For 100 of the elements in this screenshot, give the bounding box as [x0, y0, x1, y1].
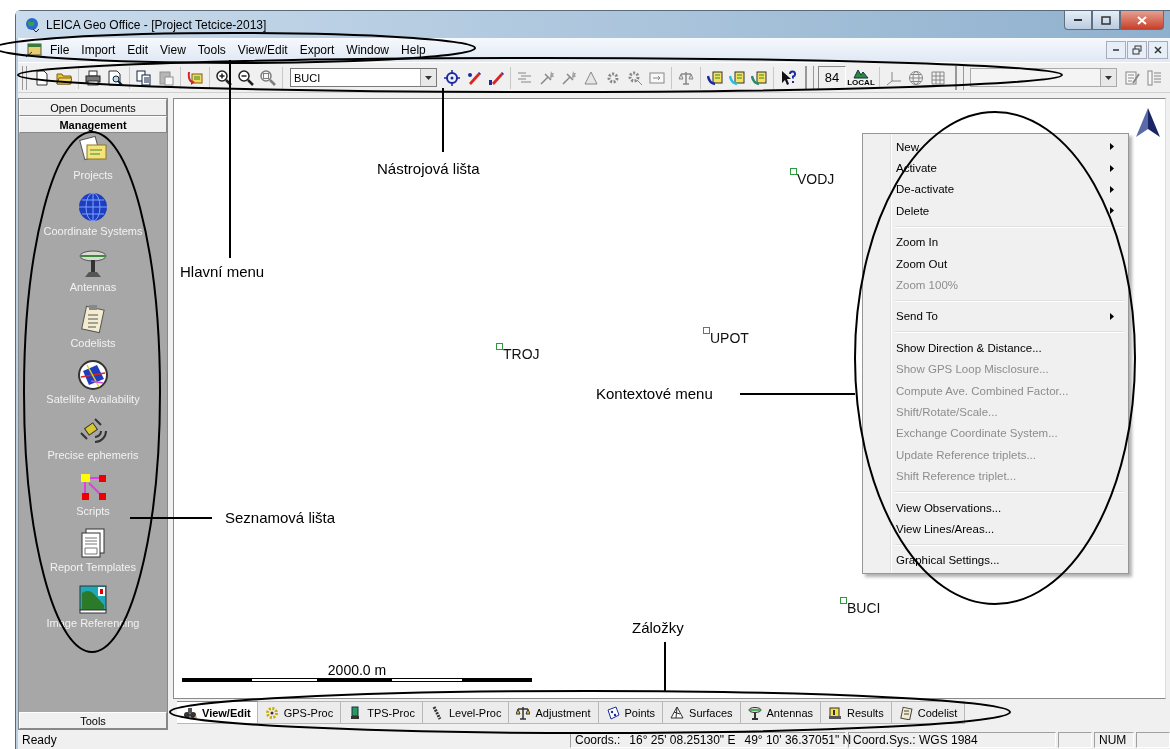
annotation-label: Hlavní menu — [180, 263, 265, 281]
toolbar-grip[interactable] — [955, 65, 964, 90]
globe-icon — [908, 69, 924, 86]
dropdown-arrow-icon — [425, 75, 432, 80]
globe-icon[interactable] — [77, 191, 109, 223]
menu-item[interactable]: Help — [395, 41, 432, 59]
context-menu-item[interactable]: Send To — [865, 305, 1126, 328]
maximize-button[interactable] — [1092, 11, 1120, 30]
menu-item[interactable]: Import — [75, 41, 122, 59]
menu-item[interactable]: Edit — [121, 41, 155, 59]
status-panel — [1136, 731, 1170, 748]
status-message: Ready — [22, 732, 57, 747]
context-menu-item[interactable]: Show Direction & Distance... — [865, 337, 1126, 359]
menu-item[interactable]: View — [154, 41, 192, 59]
close-icon — [1153, 45, 1163, 55]
context-menu-item[interactable]: View Observations... — [865, 496, 1126, 519]
triangle-icon — [583, 69, 599, 86]
columns-icon — [1146, 69, 1162, 86]
point-marker-icon — [703, 327, 710, 334]
menu-item[interactable]: View/Edit — [231, 41, 294, 59]
gear-icon — [264, 705, 279, 720]
tab[interactable]: Level-Proc — [422, 701, 510, 724]
tab[interactable]: TPS-Proc — [341, 701, 423, 724]
status-panel — [1058, 731, 1092, 748]
menu-item[interactable]: File — [44, 41, 76, 59]
mountain-icon — [853, 68, 869, 79]
point-marker-icon — [790, 168, 797, 175]
export-icon — [187, 69, 203, 86]
close-button[interactable] — [1120, 11, 1164, 30]
wand-icon — [539, 69, 555, 86]
context-menu-item[interactable]: Zoom In — [865, 231, 1126, 253]
point-label: BUCI — [847, 600, 881, 616]
zoom-in-icon — [216, 69, 232, 86]
points-icon — [605, 705, 620, 720]
minimize-button[interactable] — [1064, 11, 1092, 30]
station-dropdown[interactable]: BUCI — [290, 68, 437, 87]
document-arrow-icon — [729, 69, 745, 86]
sky-plot-icon[interactable] — [77, 359, 109, 391]
num-lock-indicator: NUM — [1099, 732, 1127, 747]
coordinate-system-label: Coord.Sys.: WGS 1984 — [853, 732, 978, 747]
results-icon — [828, 705, 842, 720]
minimize-icon — [1074, 19, 1082, 21]
tab[interactable]: GPS-Proc — [257, 701, 342, 724]
menu-item[interactable]: Export — [293, 41, 341, 59]
crosshair-icon — [444, 69, 460, 86]
antenna-icon[interactable] — [77, 247, 109, 279]
document-arrow-icon — [707, 69, 723, 86]
edit-document-icon — [1124, 69, 1140, 86]
surfaces-icon — [670, 705, 685, 720]
document-window-icon — [26, 42, 44, 58]
printer-icon — [85, 69, 101, 86]
menu-item[interactable]: Tools — [191, 41, 232, 59]
context-menu-item[interactable]: New — [865, 136, 1126, 158]
new-document-icon — [34, 69, 50, 86]
context-menu-item[interactable]: Zoom Out — [865, 252, 1126, 275]
pencil-icon — [488, 69, 504, 86]
tab[interactable]: Surfaces — [663, 701, 741, 724]
point-label: VODJ — [797, 171, 835, 187]
dropdown-arrow-icon — [1105, 75, 1112, 80]
context-menu-item[interactable]: De-activate — [865, 178, 1126, 201]
sidebar-section[interactable]: Management — [19, 116, 167, 133]
mdi-restore-button[interactable] — [1127, 41, 1147, 59]
menu-item[interactable]: Window — [340, 41, 396, 59]
annotation-label: Záložky — [632, 619, 684, 637]
north-arrow-icon — [1136, 108, 1160, 137]
leader-line — [664, 641, 666, 693]
annotation-label: Kontextové menu — [596, 385, 713, 403]
context-menu-item[interactable]: Delete — [865, 200, 1126, 222]
context-menu-item[interactable]: View Lines/Areas... — [865, 518, 1126, 540]
window-title: LEICA Geo Office - [Project Tetcice-2013] — [46, 17, 268, 32]
pencil-icon — [466, 69, 482, 86]
number-field[interactable]: 84 — [818, 65, 846, 90]
restore-icon — [1132, 45, 1142, 55]
point-marker-icon — [840, 597, 847, 604]
minimize-icon — [1113, 49, 1119, 51]
longitude-value: 16° 25' 08.25130" E — [629, 732, 736, 747]
tab[interactable]: Antennas — [740, 701, 821, 724]
local-button[interactable]: LOCAL — [846, 66, 876, 89]
tab[interactable]: Points — [598, 701, 664, 724]
tab[interactable]: Codelist — [891, 701, 966, 724]
toolbar-grip[interactable] — [22, 65, 27, 90]
maximize-icon — [1101, 15, 1111, 25]
sidebar-section[interactable]: Open Documents — [19, 99, 167, 116]
annotation-label: Nástrojová lišta — [377, 160, 480, 178]
mdi-minimize-button[interactable] — [1106, 41, 1126, 59]
zoom-fit-icon — [260, 69, 276, 86]
tab[interactable]: Adjustment — [509, 701, 599, 724]
empty-dropdown[interactable] — [970, 68, 1117, 87]
map-image-icon[interactable] — [77, 583, 109, 615]
sidebar-section[interactable]: Tools — [19, 712, 167, 729]
annotation-label: Seznamová lišta — [225, 509, 336, 527]
antenna-icon — [747, 705, 762, 720]
mdi-close-button[interactable] — [1148, 41, 1168, 59]
balance-icon — [678, 69, 694, 86]
point-marker-icon — [496, 343, 503, 350]
point-label: TROJ — [503, 346, 540, 362]
grid-icon — [930, 69, 946, 86]
tab[interactable]: Results — [821, 701, 892, 724]
toolbar-grip[interactable] — [805, 65, 814, 90]
paste-icon — [158, 69, 174, 86]
